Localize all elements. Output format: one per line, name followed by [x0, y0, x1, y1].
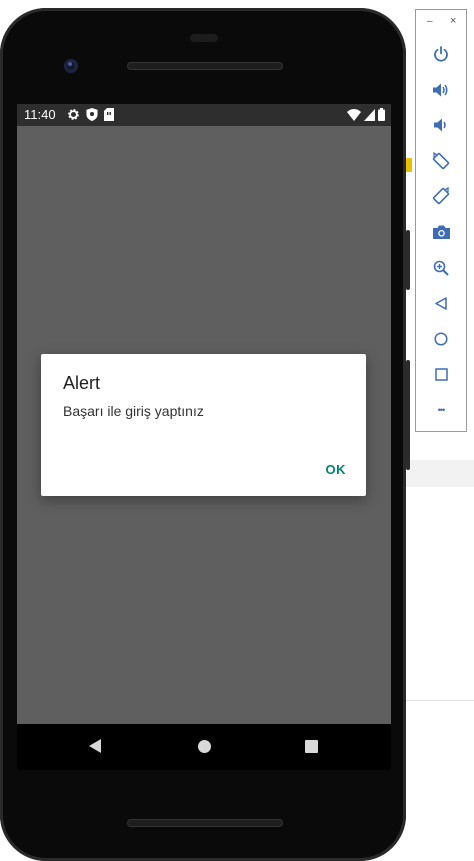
status-notification-icons [67, 108, 114, 126]
overview-icon[interactable] [430, 363, 452, 385]
nav-back-icon[interactable] [89, 739, 101, 753]
zoom-icon[interactable] [430, 257, 452, 279]
alert-dialog: Alert Başarı ile giriş yaptınız OK [41, 354, 366, 496]
wifi-icon [347, 108, 361, 126]
close-button[interactable]: × [450, 15, 456, 27]
home-icon[interactable] [430, 328, 452, 350]
dialog-message: Başarı ile giriş yaptınız [63, 403, 204, 419]
minimize-button[interactable]: – [427, 16, 433, 27]
phone-volume-button[interactable] [406, 360, 410, 470]
background-divider [406, 700, 474, 701]
nav-home-icon[interactable] [198, 740, 211, 753]
status-system-icons [347, 108, 385, 126]
rotate-left-icon[interactable] [430, 150, 452, 172]
status-time: 11:40 [24, 107, 56, 122]
rotate-right-icon[interactable] [430, 185, 452, 207]
background-divider [406, 460, 474, 487]
ok-button[interactable]: OK [326, 462, 347, 477]
front-camera [64, 59, 78, 73]
sim-card-icon [104, 108, 114, 126]
volume-down-icon[interactable] [430, 114, 452, 136]
back-icon[interactable] [430, 292, 452, 314]
more-icon[interactable]: ••• [430, 399, 452, 421]
battery-icon [378, 108, 385, 126]
signal-icon [364, 108, 375, 126]
earpiece [190, 34, 218, 42]
nav-overview-icon[interactable] [305, 740, 318, 753]
status-bar: 11:40 [17, 104, 391, 126]
camera-icon[interactable] [430, 221, 452, 243]
more-label: ••• [437, 405, 446, 415]
navigation-bar [17, 724, 391, 770]
shield-icon [86, 108, 98, 126]
dialog-title: Alert [63, 373, 101, 393]
bottom-speaker [127, 819, 283, 827]
phone-power-button[interactable] [406, 230, 410, 290]
volume-up-icon[interactable] [430, 79, 452, 101]
power-icon[interactable] [430, 43, 452, 65]
background-accent [406, 158, 412, 172]
settings-icon [67, 108, 80, 126]
emulator-toolbar: – × ••• [415, 9, 467, 432]
top-speaker [127, 62, 283, 70]
